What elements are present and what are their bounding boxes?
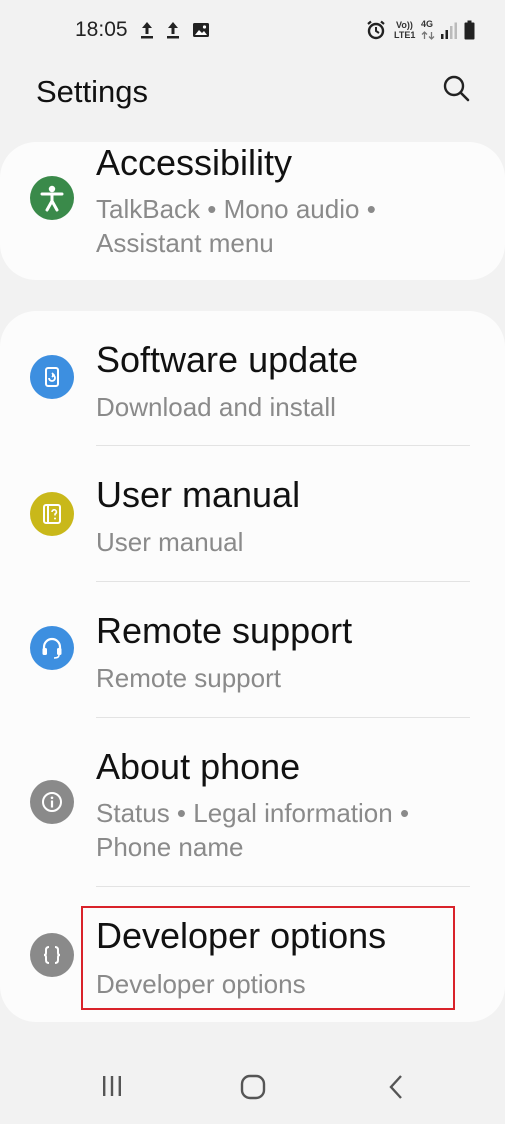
- item-subtitle: Download and install: [96, 392, 336, 422]
- settings-item-user-manual[interactable]: User manual User manual: [0, 446, 505, 582]
- lte-label: LTE1: [394, 30, 416, 40]
- page-title: Settings: [36, 74, 149, 109]
- item-title: User manual: [96, 474, 301, 515]
- search-icon: [443, 75, 470, 102]
- status-bar: 18:05 Vo)) LTE1 4G: [0, 0, 505, 60]
- accessibility-icon: [30, 176, 74, 220]
- home-icon: [240, 1074, 266, 1100]
- braces-icon: [30, 933, 74, 977]
- item-title: Software update: [96, 339, 359, 380]
- alarm-icon: [367, 20, 385, 40]
- upload-icon: [141, 22, 153, 39]
- settings-item-about-phone[interactable]: About phone Status • Legal information •…: [0, 718, 505, 886]
- image-icon: [193, 23, 209, 37]
- user-manual-icon: [30, 492, 74, 536]
- recents-icon: [103, 1076, 121, 1096]
- settings-card-accessibility: Accessibility TalkBack • Mono audio • As…: [0, 142, 505, 280]
- item-title: Remote support: [96, 610, 353, 651]
- signal-icon: [441, 22, 457, 39]
- settings-item-accessibility[interactable]: Accessibility TalkBack • Mono audio • As…: [0, 142, 505, 280]
- item-title: Accessibility: [96, 142, 293, 183]
- settings-item-software-update[interactable]: Software update Download and install: [0, 311, 505, 446]
- back-button[interactable]: [386, 1074, 406, 1105]
- item-subtitle: TalkBack • Mono audio • Assistant menu: [96, 194, 376, 258]
- app-header: Settings: [0, 60, 505, 124]
- status-time: 18:05: [75, 18, 128, 41]
- back-icon: [389, 1075, 402, 1099]
- data-arrows-icon: [421, 31, 435, 40]
- recents-button[interactable]: [100, 1074, 124, 1103]
- info-icon: [30, 780, 74, 824]
- item-subtitle: Remote support: [96, 663, 281, 693]
- network-label: 4G: [421, 19, 434, 29]
- search-button[interactable]: [440, 72, 474, 106]
- volte-label: Vo)): [396, 20, 413, 30]
- item-subtitle: User manual: [96, 527, 244, 557]
- home-button[interactable]: [240, 1074, 266, 1105]
- navigation-bar: [0, 1052, 505, 1124]
- settings-item-remote-support[interactable]: Remote support Remote support: [0, 582, 505, 718]
- item-title: About phone: [96, 746, 301, 787]
- item-subtitle: Status • Legal information • Phone name: [96, 798, 410, 862]
- software-update-icon: [30, 355, 74, 399]
- headset-icon: [30, 626, 74, 670]
- battery-icon: [464, 20, 475, 40]
- upload-icon: [167, 22, 179, 39]
- highlight-box: [81, 906, 455, 1010]
